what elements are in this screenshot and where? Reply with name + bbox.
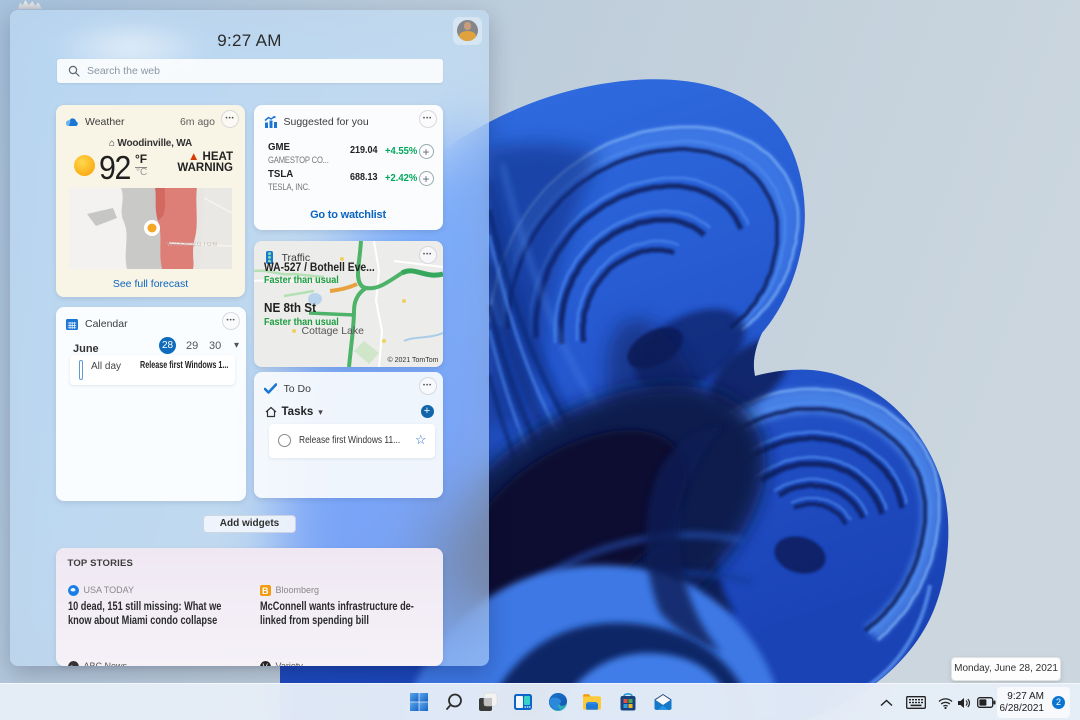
svg-text:B: B [262,586,269,596]
svg-text:V: V [262,662,268,666]
svg-text:WASHINGTON: WASHINGTON [167,242,218,248]
